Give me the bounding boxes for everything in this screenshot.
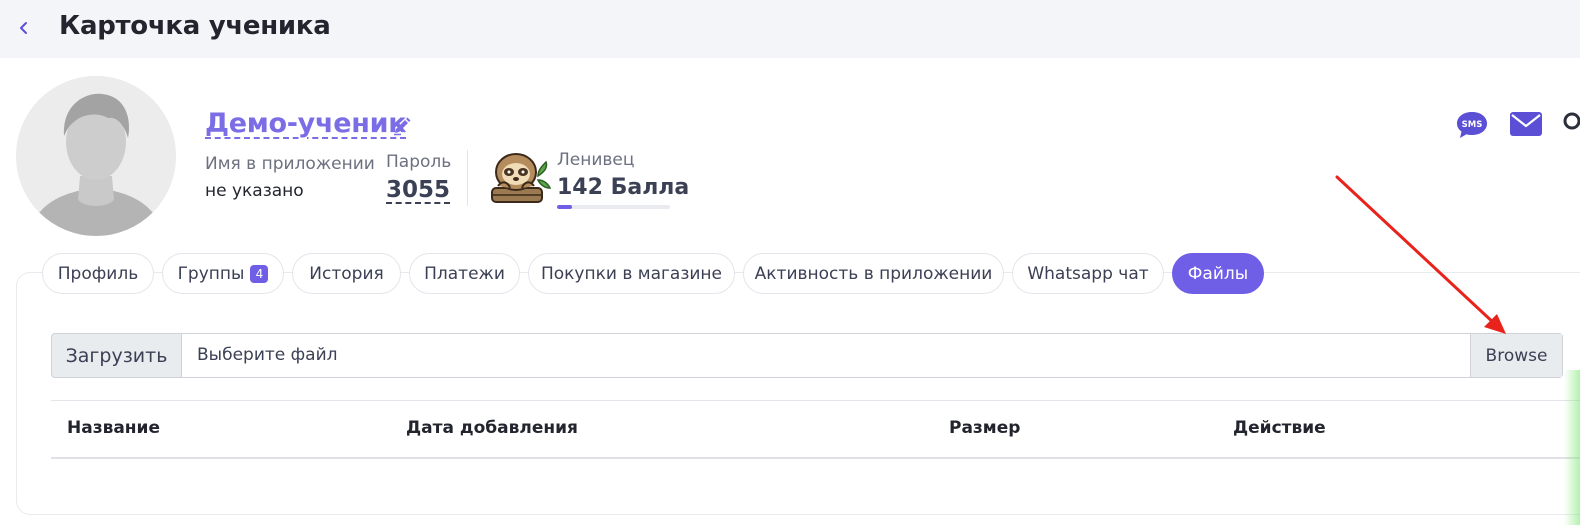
upload-button[interactable]: Загрузить [51, 333, 182, 378]
top-bar: Карточка ученика [0, 0, 1580, 58]
tab-profile[interactable]: Профиль [42, 253, 154, 294]
tab-app-activity[interactable]: Активность в приложении [743, 253, 1004, 294]
level-progress-bar [557, 205, 670, 209]
student-name-link[interactable]: Демо-ученик [205, 108, 407, 139]
app-name-value: не указано [205, 181, 304, 201]
sms-icon[interactable]: SMS [1455, 110, 1489, 140]
password-label: Пароль [386, 152, 452, 172]
file-input-placeholder: Выберите файл [197, 345, 338, 365]
page-title: Карточка ученика [59, 11, 331, 41]
file-input[interactable]: Выберите файл Browse [181, 333, 1563, 378]
app-name-label: Имя в приложении [205, 154, 375, 174]
pencil-edit-icon[interactable] [392, 116, 412, 136]
level-name: Ленивец [557, 150, 635, 170]
tab-whatsapp-chat[interactable]: Whatsapp чат [1012, 253, 1164, 294]
tab-payments[interactable]: Платежи [409, 253, 520, 294]
column-header-action: Действие [1233, 418, 1326, 438]
table-top-border [51, 400, 1580, 401]
points-value: 142 Балла [557, 175, 690, 200]
tab-files[interactable]: Файлы [1172, 253, 1264, 294]
table-header-border [51, 457, 1580, 459]
phone-icon[interactable] [1562, 112, 1580, 138]
column-header-size: Размер [949, 418, 1021, 438]
files-panel [16, 272, 1580, 515]
divider [467, 150, 468, 206]
tab-groups[interactable]: Группы 4 [162, 253, 284, 294]
avatar [16, 76, 176, 236]
column-header-name: Название [67, 418, 160, 438]
mail-icon[interactable] [1509, 111, 1543, 137]
back-chevron-icon[interactable] [14, 14, 34, 42]
level-progress-fill [557, 205, 572, 209]
password-value[interactable]: 3055 [386, 177, 450, 203]
column-header-date-added: Дата добавления [406, 418, 578, 438]
groups-count-badge: 4 [250, 264, 269, 283]
svg-text:SMS: SMS [1462, 120, 1483, 130]
sloth-level-icon [486, 150, 552, 206]
tab-history[interactable]: История [292, 253, 401, 294]
tab-shop-purchases[interactable]: Покупки в магазине [528, 253, 735, 294]
edge-glow [1564, 370, 1580, 525]
browse-button[interactable]: Browse [1470, 334, 1562, 377]
